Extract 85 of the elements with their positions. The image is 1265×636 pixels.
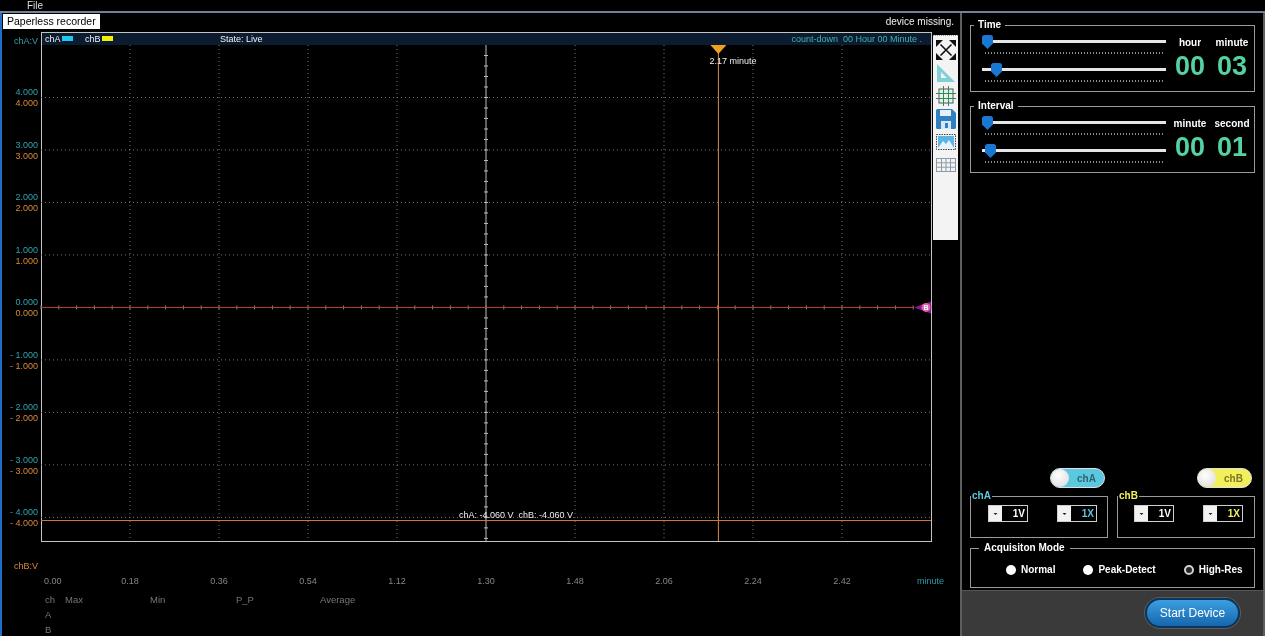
level-cursor[interactable] [40,520,932,522]
table-cell-text: B [45,623,53,636]
axis-tick-label: 1.12 [388,576,406,586]
dropdown[interactable]: 1V [1134,505,1174,522]
axis-tick-label: 4.000 [15,87,38,98]
axis-tick-label: 1.000 [15,255,38,266]
column-header: P_P [236,593,255,607]
axis-tick-label: 2.06 [655,576,673,586]
field-label: hour [1177,37,1203,49]
group-title: Time [977,19,1003,31]
column-header: Average [320,593,357,607]
cursor-readout: chA: -4.060 V chB: -4.060 V [459,510,574,521]
caret-icon [1204,506,1217,521]
axis-tick-label: 1.000 [15,244,38,255]
dropdown[interactable]: 1X [1203,505,1243,522]
dropdown[interactable]: 1V [988,505,1028,522]
axis-tick-label: - 3.000 [9,465,38,476]
axis-tick-label: 3.000 [15,139,38,150]
axis-tick-label: 2.000 [15,192,38,203]
tab[interactable]: Paperless recorder [3,14,100,29]
axis-tick-label: - 3.000 [9,454,38,465]
slider-thumb[interactable] [982,35,993,49]
axis-tick-label: 0.000 [15,308,38,319]
time-cursor[interactable] [710,44,727,542]
axis-tick-label: 0.00 [44,576,62,586]
axis-title: minute [917,576,944,586]
group-title: chA [971,490,992,502]
group-title: Acquisiton Mode [983,542,1066,554]
save-icon[interactable] [935,109,956,129]
menu-item[interactable]: File [27,0,44,11]
slider-thumb[interactable] [982,116,993,130]
axis-tick-label: - 1.000 [9,360,38,371]
axis-tick-label: - 1.000 [9,349,38,360]
countdown-label: count-down 00 Hour 00 Minute . [791,34,922,44]
axis-tick-label: 2.000 [15,203,38,214]
radio-button[interactable] [1183,565,1194,575]
axis-tick-label: - 2.000 [9,402,38,413]
group-title: chB [1118,490,1139,502]
axis-tick-label: 3.000 [15,150,38,161]
table-cell-text: A [45,608,53,622]
field-label: minute [1172,118,1208,130]
radio-label[interactable]: High-Res [1198,563,1243,577]
axis-tick-label: 1.48 [566,576,584,586]
column-header: Min [150,593,167,607]
dropdown[interactable]: 1X [1057,505,1097,522]
radio-button[interactable] [1083,565,1094,575]
axis-title: chB:V [14,561,38,571]
caret-icon [1135,506,1148,521]
column-header: ch [45,593,57,607]
group-title: Interval [977,100,1015,112]
counter-value: 00 [1173,51,1206,81]
axis-tick-label: - 4.000 [9,518,38,529]
axis-tick-label: 2.24 [744,576,762,586]
caret-icon [989,506,1002,521]
column-header: Max [65,593,84,607]
axis-tick-label: 2.42 [833,576,851,586]
radio-label[interactable]: Peak-Detect [1098,563,1156,577]
axis-tick-label: 0.18 [121,576,139,586]
counter-value: 03 [1215,51,1248,81]
axis-tick-label: 1.30 [477,576,495,586]
slider-thumb[interactable] [985,144,997,158]
radio-label[interactable]: Normal [1021,563,1056,577]
axis-tick-label: 0.000 [15,297,38,308]
radio-button[interactable] [1006,565,1016,575]
axis-tick-label: 0.36 [210,576,228,586]
field-label: minute [1214,37,1250,49]
start-button[interactable]: Start Device [1145,598,1240,628]
field-label: second [1213,118,1251,130]
fullscreen-icon[interactable] [935,40,956,60]
legend-label: chA [45,34,61,44]
channel-toggle[interactable]: chB [1197,468,1252,488]
counter-value: 00 [1173,132,1206,162]
axis-tick-label: 4.000 [15,98,38,109]
legend-label: chB [85,34,101,44]
image-icon[interactable] [935,132,956,152]
axis-tick-label: 0.54 [299,576,317,586]
axis-tick-label: - 2.000 [9,413,38,424]
state-label: State: Live [220,34,263,44]
axis-tick-label: - 4.000 [9,507,38,518]
counter-value: 01 [1215,132,1248,162]
device-status: device missing. [885,15,954,28]
grid-icon[interactable] [935,86,956,106]
caret-icon [1058,506,1071,521]
slider-thumb[interactable] [990,63,1002,77]
axis-title: chA:V [14,36,38,46]
